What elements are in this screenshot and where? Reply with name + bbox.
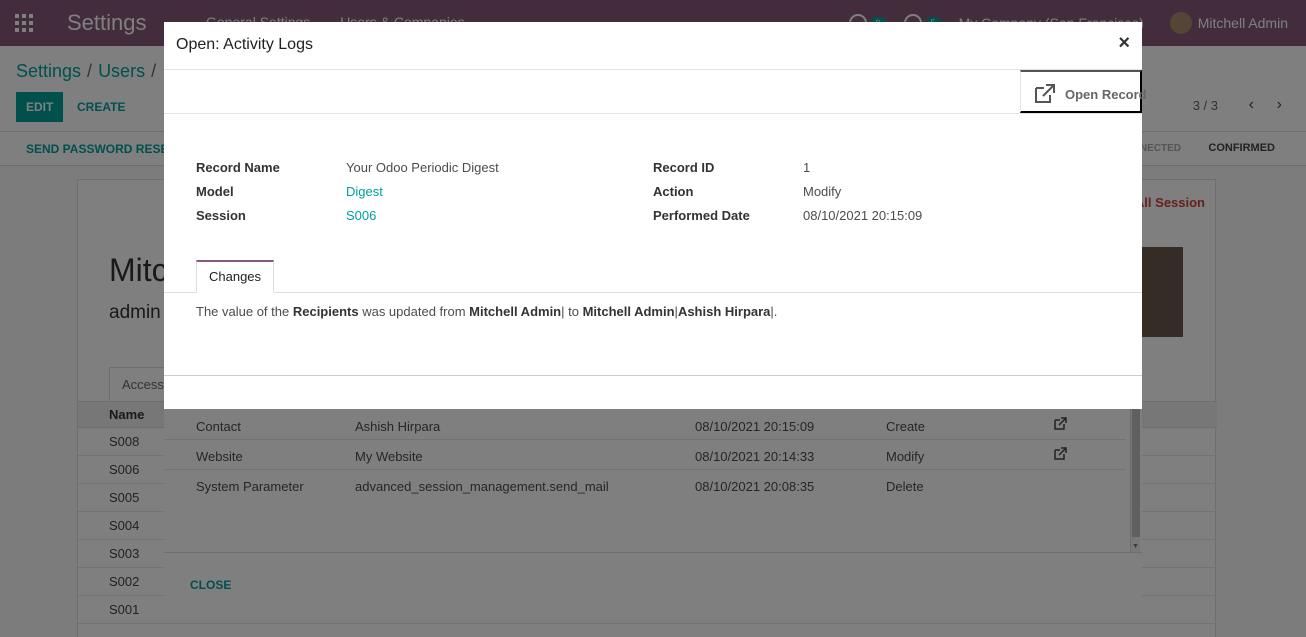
modal-title: Open: Activity Logs	[176, 36, 313, 53]
record-name-label: Record Name	[196, 160, 280, 175]
modal-toolbar: Open Record	[164, 70, 1147, 114]
modal-divider	[164, 375, 1142, 376]
modal-header: Open: Activity Logs ×	[164, 22, 1142, 70]
session-link[interactable]: S006	[346, 208, 376, 223]
model-label: Model	[196, 184, 234, 199]
changes-description: The value of the Recipients was updated …	[196, 304, 778, 319]
action-value: Modify	[803, 184, 842, 199]
notebook-divider	[164, 292, 1142, 293]
action-label: Action	[653, 184, 694, 199]
activity-log-modal: Open: Activity Logs × Open Record Record…	[164, 22, 1147, 409]
record-id-value: 1	[803, 160, 811, 175]
close-icon[interactable]: ×	[1118, 32, 1130, 55]
record-id-label: Record ID	[653, 160, 715, 175]
performed-date-value: 08/10/2021 20:15:09	[803, 208, 923, 223]
open-record-button[interactable]: Open Record	[1020, 70, 1147, 113]
performed-date-label: Performed Date	[653, 208, 750, 223]
model-link[interactable]: Digest	[346, 184, 383, 199]
record-name-value: Your Odoo Periodic Digest	[346, 160, 499, 175]
dialog-overlay	[164, 409, 1142, 615]
tab-changes[interactable]: Changes	[196, 260, 275, 293]
session-label: Session	[196, 208, 246, 223]
open-record-label: Open Record	[1065, 87, 1147, 102]
external-link-icon	[1033, 84, 1055, 104]
